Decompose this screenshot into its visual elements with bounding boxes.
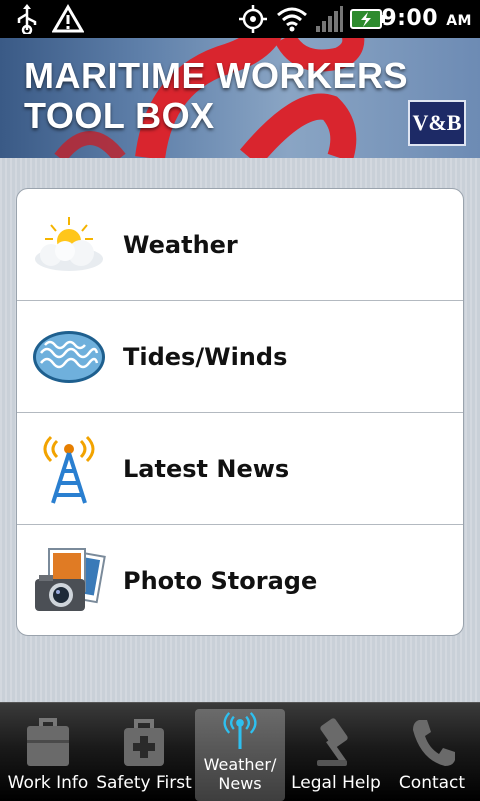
briefcase-icon: [27, 718, 69, 766]
photo-camera-icon: [31, 543, 107, 619]
gavel-icon: [317, 718, 348, 766]
tab-contact[interactable]: Contact: [384, 703, 480, 801]
warning-icon: [51, 4, 85, 38]
broadcast-tower-icon: [223, 712, 257, 749]
menu-item-label: Weather: [123, 230, 238, 259]
tab-legal-help[interactable]: Legal Help: [288, 703, 384, 801]
app-title-line2: TOOL BOX: [24, 95, 215, 136]
menu-item-label: Photo Storage: [123, 567, 318, 595]
usb-icon: [14, 4, 40, 38]
clock: 9:00 AM: [381, 6, 472, 31]
first-aid-kit-icon: [124, 719, 164, 766]
tab-label: Safety First: [96, 773, 192, 793]
app-title: MARITIME WORKERS TOOL BOX: [24, 56, 408, 136]
tab-safety-first[interactable]: Safety First: [96, 703, 192, 801]
tab-label: Weather/ News: [203, 755, 277, 793]
menu-item-label: Latest News: [123, 454, 290, 483]
menu-item-label: Tides/Winds: [123, 342, 288, 371]
weather-icon: [31, 207, 107, 283]
bottom-tab-bar: Work Info Safety First Weather/ News Leg…: [0, 702, 480, 801]
app-title-line1: MARITIME WORKERS: [24, 55, 408, 96]
menu-item-tides-winds[interactable]: Tides/Winds: [17, 301, 463, 413]
tides-winds-icon: [31, 319, 107, 395]
menu-list: Weather Tides/Winds Latest News Photo St…: [16, 188, 464, 636]
main-content: Weather Tides/Winds Latest News Photo St…: [0, 158, 480, 702]
tab-weather-news[interactable]: Weather/ News: [195, 709, 285, 801]
menu-item-photo-storage[interactable]: Photo Storage: [17, 525, 463, 635]
news-tower-icon: [31, 431, 107, 507]
signal-icon: [314, 4, 344, 38]
tab-label: Work Info: [7, 773, 89, 793]
clock-time: 9:00: [381, 6, 439, 31]
app-header-banner: MARITIME WORKERS TOOL BOX V&B: [0, 38, 480, 158]
clock-ampm: AM: [446, 13, 472, 29]
wifi-icon: [276, 4, 308, 38]
menu-item-weather[interactable]: Weather: [17, 189, 463, 301]
tab-work-info[interactable]: Work Info: [0, 703, 96, 801]
status-bar: 9:00 AM: [0, 0, 480, 38]
tab-label: Contact: [398, 773, 466, 793]
phone-icon: [413, 720, 455, 766]
gps-icon: [238, 4, 268, 38]
tab-label: Legal Help: [291, 773, 381, 793]
vb-logo: V&B: [408, 100, 466, 146]
menu-item-latest-news[interactable]: Latest News: [17, 413, 463, 525]
